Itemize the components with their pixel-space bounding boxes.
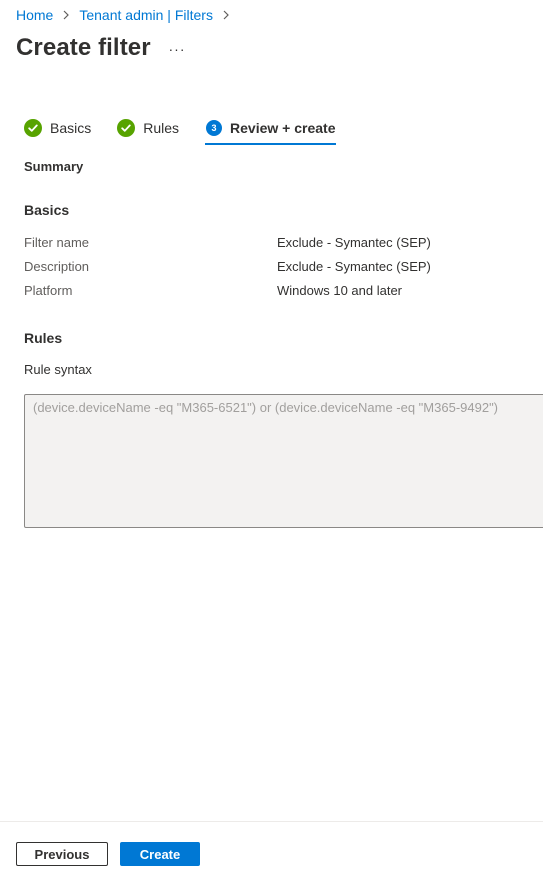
- breadcrumb-home-link[interactable]: Home: [16, 7, 53, 23]
- footer-divider: [0, 821, 543, 822]
- breadcrumb: Home Tenant admin | Filters: [16, 7, 239, 23]
- chevron-right-icon: [61, 10, 71, 20]
- wizard-steps: Basics Rules 3 Review + create: [24, 116, 336, 145]
- more-options-button[interactable]: ···: [166, 38, 188, 60]
- page-title: Create filter: [16, 34, 151, 61]
- step-number-badge: 3: [206, 120, 223, 136]
- summary-key: Filter name: [24, 235, 90, 250]
- basics-heading: Basics: [24, 202, 70, 218]
- step-label: Basics: [50, 120, 92, 136]
- summary-row-filter-name: Filter name Exclude - Symantec (SEP): [24, 235, 543, 250]
- step-basics[interactable]: Basics: [24, 116, 91, 140]
- rule-syntax-field: (device.deviceName -eq "M365-6521") or (…: [24, 394, 543, 528]
- step-review-create[interactable]: 3 Review + create: [205, 116, 336, 145]
- step-rules[interactable]: Rules: [117, 116, 179, 140]
- checkmark-icon: [24, 119, 42, 137]
- summary-row-description: Description Exclude - Symantec (SEP): [24, 259, 543, 274]
- summary-value: Exclude - Symantec (SEP): [277, 259, 431, 274]
- summary-row-platform: Platform Windows 10 and later: [24, 283, 543, 298]
- summary-value: Exclude - Symantec (SEP): [277, 235, 431, 250]
- create-button[interactable]: Create: [120, 842, 200, 866]
- summary-key: Platform: [24, 283, 73, 298]
- breadcrumb-filters-link[interactable]: Tenant admin | Filters: [79, 7, 213, 23]
- checkmark-icon: [117, 119, 136, 137]
- ellipsis-icon: ···: [168, 41, 186, 57]
- rules-heading: Rules: [24, 330, 63, 346]
- chevron-right-icon: [221, 10, 231, 20]
- summary-key: Description: [24, 259, 90, 274]
- previous-button[interactable]: Previous: [16, 842, 108, 866]
- step-label: Review + create: [230, 120, 336, 136]
- active-step-indicator: [205, 143, 336, 145]
- summary-heading: Summary: [24, 159, 84, 174]
- summary-value: Windows 10 and later: [277, 283, 403, 298]
- rule-syntax-label: Rule syntax: [24, 362, 92, 377]
- step-label: Rules: [143, 120, 180, 136]
